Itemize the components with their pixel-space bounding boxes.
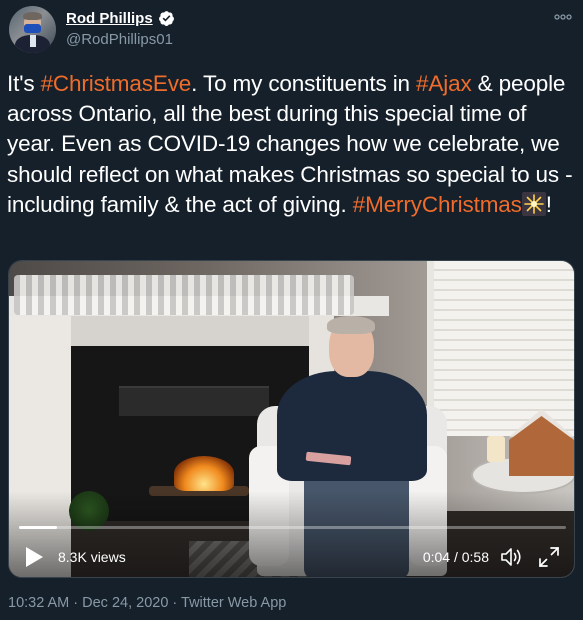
view-count: 8.3K views bbox=[58, 549, 126, 565]
video-progress-fill bbox=[19, 526, 57, 529]
video-controls: 8.3K views 0:04 / 0:58 bbox=[9, 541, 574, 571]
author-name-row: Rod Phillips bbox=[66, 10, 175, 27]
tweet-text-segment: . To my constituents in bbox=[191, 71, 417, 96]
sparkler-emoji-icon bbox=[521, 191, 546, 216]
video-player[interactable]: 8.3K views 0:04 / 0:58 bbox=[8, 260, 575, 578]
video-frame[interactable] bbox=[9, 261, 574, 577]
more-options-icon[interactable] bbox=[553, 10, 573, 24]
avatar[interactable] bbox=[9, 6, 56, 53]
hashtag-merrychristmas-link[interactable]: #MerryChristmas bbox=[353, 192, 522, 217]
tweet-meta[interactable]: 10:32 AM · Dec 24, 2020 · Twitter Web Ap… bbox=[8, 595, 286, 611]
tweet-text-segment: ! bbox=[545, 191, 552, 217]
hashtag-christmaseve-link[interactable]: #ChristmasEve bbox=[41, 71, 192, 96]
fullscreen-icon[interactable] bbox=[537, 545, 561, 569]
hashtag-ajax-link[interactable]: #Ajax bbox=[416, 71, 472, 96]
tweet-header: Rod Phillips @RodPhillips01 bbox=[9, 6, 575, 56]
video-progress-bar[interactable] bbox=[19, 526, 566, 529]
verified-badge-icon bbox=[158, 11, 174, 26]
display-name[interactable]: Rod Phillips bbox=[66, 10, 153, 27]
tweet-text: It's #ChristmasEve. To my constituents i… bbox=[7, 69, 573, 220]
video-time: 0:04 / 0:58 bbox=[422, 549, 489, 565]
author-handle[interactable]: @RodPhillips01 bbox=[66, 31, 173, 48]
tweet-text-segment: It's bbox=[7, 71, 41, 96]
volume-icon[interactable] bbox=[499, 545, 524, 569]
play-icon[interactable] bbox=[24, 546, 44, 568]
